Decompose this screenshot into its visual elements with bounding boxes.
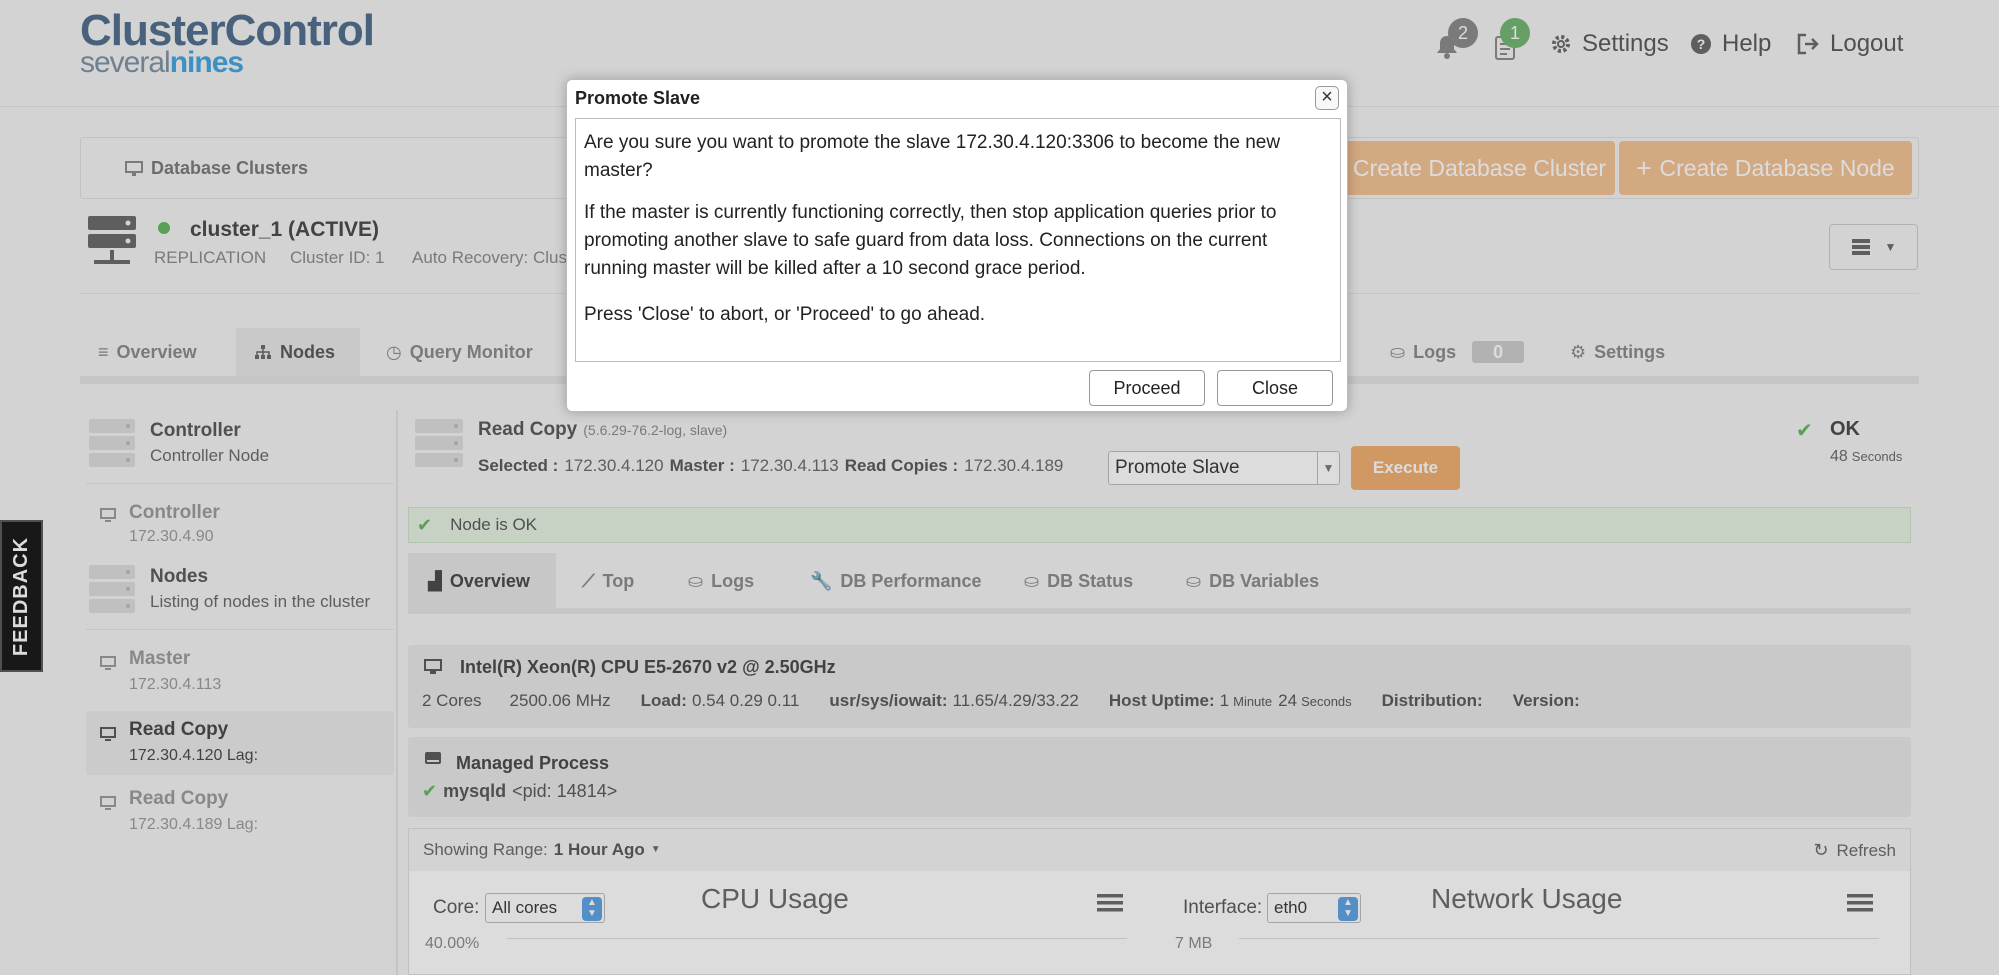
- close-label: Close: [1251, 377, 1299, 398]
- dialog-warning: If the master is currently functioning c…: [584, 202, 1277, 279]
- dialog-instruction: Press 'Close' to abort, or 'Proceed' to …: [584, 304, 986, 325]
- proceed-label: Proceed: [1113, 377, 1181, 398]
- promote-slave-dialog: Promote Slave × Are you sure you want to…: [566, 79, 1348, 412]
- close-icon[interactable]: ×: [1315, 86, 1339, 110]
- dialog-question: Are you sure you want to promote the sla…: [584, 132, 1281, 181]
- proceed-button[interactable]: Proceed: [1089, 370, 1205, 406]
- dialog-body: Are you sure you want to promote the sla…: [575, 118, 1341, 362]
- close-button[interactable]: Close: [1217, 370, 1333, 406]
- dialog-title: Promote Slave: [575, 88, 701, 108]
